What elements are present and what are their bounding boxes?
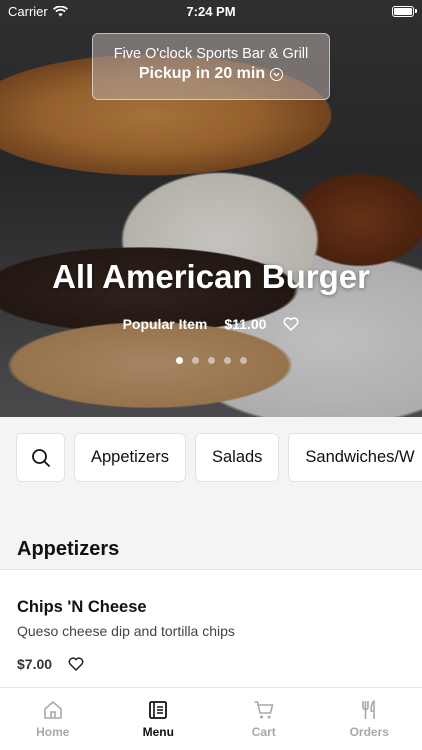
carrier-label: Carrier xyxy=(8,3,48,19)
menu-item-description: Queso cheese dip and tortilla chips xyxy=(17,623,235,639)
home-icon xyxy=(43,701,62,719)
category-salads[interactable]: Salads xyxy=(194,433,280,482)
carousel-dot[interactable] xyxy=(175,357,183,364)
pickup-selector[interactable]: Five O'clock Sports Bar & Grill Pickup i… xyxy=(92,33,330,100)
carousel-indicator xyxy=(0,357,422,364)
tab-orders[interactable]: Orders xyxy=(317,688,422,750)
search-button[interactable] xyxy=(16,433,65,482)
section-title: Appetizers xyxy=(17,538,120,560)
tab-cart[interactable]: Cart xyxy=(211,688,317,750)
menu-icon xyxy=(149,701,168,719)
heart-icon[interactable] xyxy=(68,657,84,671)
tab-label: Cart xyxy=(251,725,276,739)
section-header: Appetizers xyxy=(0,502,422,570)
category-bar: Appetizers Salads Sandwiches/W xyxy=(0,417,422,502)
restaurant-name: Five O'clock Sports Bar & Grill xyxy=(113,46,309,62)
carousel-dot[interactable] xyxy=(191,357,199,364)
tab-label: Menu xyxy=(142,725,174,739)
heart-icon[interactable] xyxy=(283,317,299,331)
tab-bar: Home Menu Cart Orders xyxy=(0,687,422,750)
featured-item-title: All American Burger xyxy=(52,258,370,295)
carousel-dot[interactable] xyxy=(207,357,215,364)
featured-tag: Popular Item xyxy=(122,316,208,332)
menu-item-name: Chips 'N Cheese xyxy=(17,598,147,616)
search-icon xyxy=(31,448,50,467)
battery-icon xyxy=(392,5,417,17)
fork-knife-icon xyxy=(362,700,376,719)
carousel-dot[interactable] xyxy=(239,357,247,364)
menu-item-card[interactable]: Chips 'N Cheese Queso cheese dip and tor… xyxy=(0,570,422,687)
featured-hero-image[interactable]: Carrier 7:24 PM Five O'clock Sports Bar … xyxy=(0,0,422,417)
featured-price: $11.00 xyxy=(224,316,267,332)
category-sandwiches[interactable]: Sandwiches/W xyxy=(288,433,422,482)
status-bar: Carrier 7:24 PM xyxy=(0,0,422,22)
tab-label: Home xyxy=(36,725,70,739)
carousel-dot[interactable] xyxy=(223,357,231,364)
tab-menu[interactable]: Menu xyxy=(106,688,212,750)
pickup-time: Pickup in 20 min xyxy=(138,65,266,82)
tab-label: Orders xyxy=(349,725,389,739)
cart-icon xyxy=(254,701,274,719)
chevron-down-icon xyxy=(270,67,284,81)
tab-home[interactable]: Home xyxy=(0,688,106,750)
menu-item-price: $7.00 xyxy=(17,656,53,672)
category-appetizers[interactable]: Appetizers xyxy=(74,433,186,482)
wifi-icon xyxy=(52,5,68,16)
